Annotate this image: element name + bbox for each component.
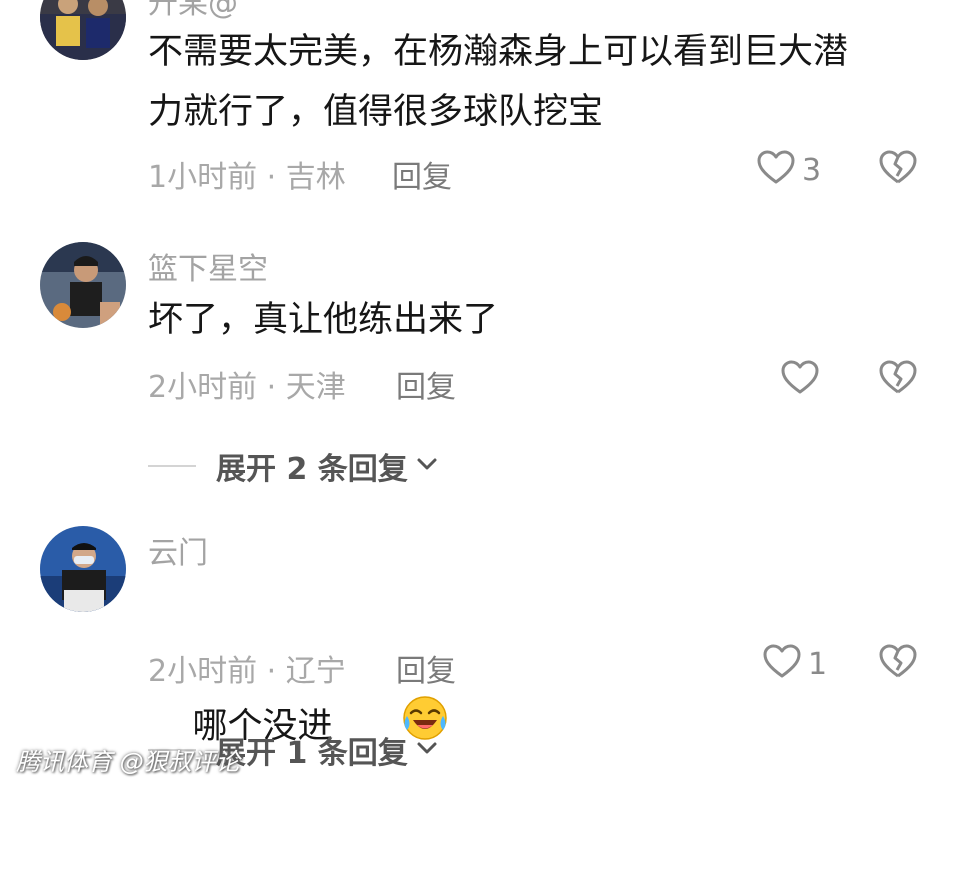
dislike-button[interactable]: [878, 642, 918, 686]
broken-heart-outline-icon: [878, 150, 918, 192]
expand-replies-label: 展开 1 条回复: [216, 736, 408, 771]
comment-username[interactable]: 升某@: [148, 0, 238, 22]
heart-outline-icon: [780, 358, 820, 402]
dislike-button[interactable]: [878, 358, 918, 402]
heart-outline-icon: [762, 642, 802, 686]
expand-replies-label: 展开 2 条回复: [216, 452, 408, 487]
heart-outline-icon: [756, 148, 796, 192]
comment-text: 不需要太完美，在杨瀚森身上可以看到巨大潜 力就行了，值得很多球队挖宝: [148, 32, 849, 132]
like-button[interactable]: 3: [756, 148, 821, 192]
comment-meta: 1小时前 · 吉林: [148, 160, 346, 195]
reply-button[interactable]: 回复: [396, 362, 456, 406]
broken-heart-outline-icon: [878, 360, 918, 402]
broken-heart-outline-icon: [878, 644, 918, 686]
comment-meta: 2小时前 · 辽宁: [148, 654, 346, 689]
avatar[interactable]: [40, 242, 126, 328]
comment-text: 坏了，真让他练出来了: [148, 300, 499, 340]
comment-username[interactable]: 云门: [148, 528, 208, 572]
chevron-down-icon: [414, 451, 440, 481]
like-button[interactable]: 1: [762, 642, 827, 686]
avatar[interactable]: [40, 526, 126, 612]
dislike-button[interactable]: [878, 148, 918, 192]
divider: [148, 465, 196, 467]
chevron-down-icon: [414, 735, 440, 765]
like-count: 1: [808, 646, 828, 682]
avatar[interactable]: [40, 0, 126, 60]
reply-button[interactable]: 回复: [392, 152, 452, 196]
expand-replies-button[interactable]: 展开 2 条回复: [148, 444, 440, 488]
reply-button[interactable]: 回复: [396, 646, 456, 690]
watermark: 腾讯体育 @狠叔评论: [16, 748, 240, 776]
comment-username[interactable]: 篮下星空: [148, 244, 268, 288]
like-button[interactable]: [780, 358, 826, 402]
like-count: 3: [802, 152, 822, 188]
comment-meta: 2小时前 · 天津: [148, 370, 346, 405]
